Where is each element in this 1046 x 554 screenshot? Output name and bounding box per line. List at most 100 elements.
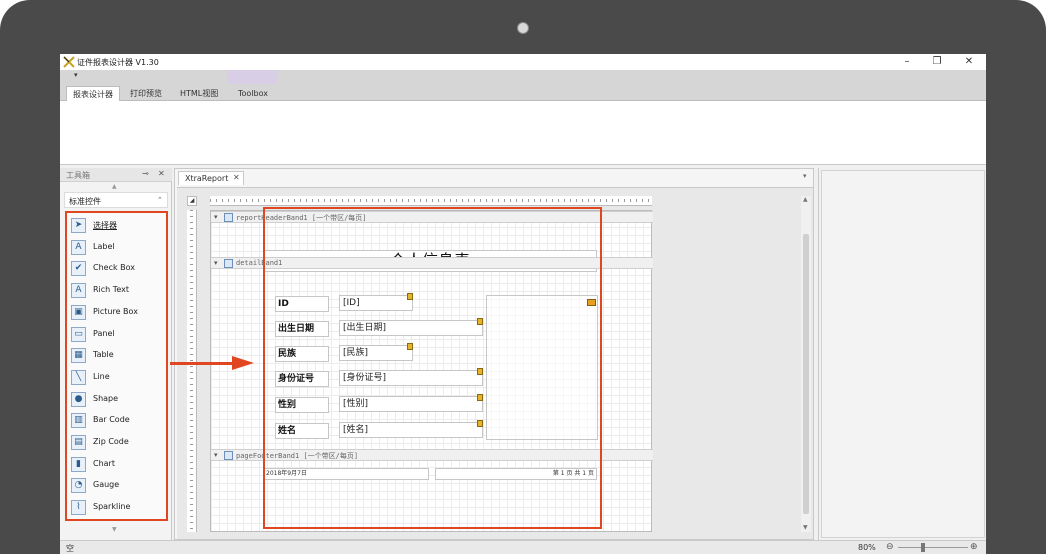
annotation-arrow-shaft bbox=[170, 362, 236, 365]
tab-toolbox[interactable]: Toolbox bbox=[232, 86, 274, 101]
toolbox-item-label: Table bbox=[93, 350, 114, 360]
toolbox-item-list: ➤ 选择器 A Label ✔ Check Box A Rich Text ▣ Picture B… bbox=[65, 211, 168, 521]
toolbox-item-chart[interactable]: ▮ Chart bbox=[67, 454, 166, 475]
close-button[interactable]: ✕ bbox=[958, 55, 980, 69]
qat-dropdown-icon[interactable]: ▾ bbox=[74, 71, 78, 79]
toolbox-item-picture-box[interactable]: ▣ Picture Box bbox=[67, 302, 166, 323]
toolbox-header: 工具箱 ⊸ ✕ bbox=[60, 168, 172, 182]
document-menu-icon[interactable]: ▾ bbox=[803, 172, 807, 180]
collapse-arrow-icon[interactable]: ▾ bbox=[214, 451, 218, 459]
properties-panel-body bbox=[821, 170, 985, 538]
minimize-button[interactable]: – bbox=[896, 55, 918, 69]
toolbox-item-label: 选择器 bbox=[93, 221, 117, 230]
status-text: 空 bbox=[66, 544, 74, 553]
title-bar: 证件报表设计器 V1.30 – ❐ ✕ bbox=[60, 54, 986, 70]
toolbox-item-shape[interactable]: ● Shape bbox=[67, 389, 166, 410]
camera-icon bbox=[517, 22, 529, 34]
toolbox-item-line[interactable]: ╲ Line bbox=[67, 367, 166, 388]
gauge-icon: ◔ bbox=[71, 478, 86, 494]
toolbox-item-table[interactable]: ▦ Table bbox=[67, 345, 166, 366]
zoom-out-icon[interactable]: ⊖ bbox=[886, 542, 894, 552]
select-report-corner[interactable]: ◢ bbox=[187, 196, 197, 206]
toolbox-item-bar-code[interactable]: ▥ Bar Code bbox=[67, 410, 166, 431]
zip-code-icon: ▤ bbox=[71, 435, 86, 450]
document-area: XtraReport ✕ ▾ ◢ ▾ reportHeaderBand1 [一个… bbox=[174, 168, 814, 540]
toolbox-item-label: Label bbox=[93, 241, 115, 251]
annotation-highlight-box bbox=[263, 207, 602, 529]
collapse-arrow-icon[interactable]: ▾ bbox=[214, 259, 218, 267]
toolbox-item-label: Picture Box bbox=[93, 306, 138, 316]
tab-print-preview[interactable]: 打印预览 bbox=[124, 86, 168, 101]
toolbox-item-check-box[interactable]: ✔ Check Box bbox=[67, 258, 166, 279]
horizontal-ruler bbox=[210, 196, 652, 206]
toolbox-item-label: Gauge bbox=[93, 480, 120, 490]
app-window: 证件报表设计器 V1.30 – ❐ ✕ ▾ 报表设计器 打印预览 HTML视图 … bbox=[60, 54, 986, 554]
status-bar: 空 80% ⊖ ⊕ bbox=[60, 540, 986, 554]
properties-panel bbox=[818, 168, 986, 540]
ribbon-body bbox=[60, 101, 986, 165]
tab-report-designer[interactable]: 报表设计器 bbox=[66, 86, 120, 101]
toolbox-item-label: Line bbox=[93, 371, 110, 381]
tab-html-view[interactable]: HTML视图 bbox=[174, 86, 224, 101]
app-logo-icon bbox=[63, 56, 75, 68]
toolbox-group-label: 标准控件 bbox=[69, 197, 101, 206]
scrollbar-thumb[interactable] bbox=[803, 234, 809, 514]
toolbox-item-rich-text[interactable]: A Rich Text bbox=[67, 280, 166, 301]
toolbox-item-label: Chart bbox=[93, 458, 115, 468]
toolbox-item-label: Bar Code bbox=[93, 415, 130, 425]
restore-button[interactable]: ❐ bbox=[926, 55, 948, 69]
toolbox-scroll-up-icon[interactable]: ▲ bbox=[112, 183, 117, 190]
rich-text-icon: A bbox=[71, 283, 86, 299]
quick-access-toolbar: ▾ bbox=[60, 70, 986, 84]
annotation-arrow-head bbox=[232, 356, 254, 370]
zoom-in-icon[interactable]: ⊕ bbox=[970, 542, 978, 552]
document-tab-close-icon[interactable]: ✕ bbox=[233, 173, 240, 182]
zoom-slider-track[interactable] bbox=[898, 547, 968, 548]
document-tab[interactable]: XtraReport ✕ bbox=[178, 171, 244, 185]
toolbox-item-gauge[interactable]: ◔ Gauge bbox=[67, 475, 166, 496]
table-icon: ▦ bbox=[71, 348, 86, 364]
scroll-down-icon[interactable]: ▼ bbox=[803, 524, 808, 531]
toolbox-item-label: Check Box bbox=[93, 263, 136, 273]
band-icon bbox=[224, 213, 233, 222]
pin-icon[interactable]: ⊸ bbox=[142, 169, 149, 178]
toolbox-item-label: Zip Code bbox=[93, 437, 129, 446]
toolbox-item-label: Shape bbox=[93, 393, 119, 403]
ribbon-tab-strip: 报表设计器 打印预览 HTML视图 Toolbox bbox=[60, 84, 986, 101]
window-title: 证件报表设计器 V1.30 bbox=[77, 58, 159, 67]
toolbox-item-label[interactable]: A Label bbox=[67, 237, 166, 258]
shape-icon: ● bbox=[71, 391, 86, 407]
toolbox-scroll-down-icon[interactable]: ▼ bbox=[112, 526, 117, 533]
bar-code-icon: ▥ bbox=[71, 413, 86, 429]
band-icon bbox=[224, 451, 233, 460]
toolbox-item-选择器[interactable]: ➤ 选择器 bbox=[67, 215, 166, 236]
vertical-ruler bbox=[187, 210, 197, 532]
label-icon: A bbox=[71, 239, 86, 255]
scroll-up-icon[interactable]: ▲ bbox=[803, 196, 808, 203]
pointer-icon: ➤ bbox=[71, 218, 86, 233]
design-surface: ◢ ▾ reportHeaderBand1 [一个带区/每页] 个人信息表 ▾ … bbox=[177, 187, 813, 539]
chart-icon: ▮ bbox=[71, 456, 86, 472]
check-box-icon: ✔ bbox=[71, 261, 86, 277]
toolbox-close-icon[interactable]: ✕ bbox=[158, 169, 165, 178]
toolbox-title: 工具箱 bbox=[66, 171, 90, 180]
toolbox-group-header[interactable]: 标准控件 ⌃ bbox=[64, 192, 168, 208]
zoom-level-text: 80% bbox=[858, 543, 876, 552]
report-page: ▾ reportHeaderBand1 [一个带区/每页] 个人信息表 ▾ de… bbox=[210, 207, 653, 532]
toolbox-item-sparkline[interactable]: ⌇ Sparkline bbox=[67, 497, 166, 518]
toolbox-item-label: Sparkline bbox=[93, 502, 131, 512]
toolbox-item-label: Rich Text bbox=[93, 285, 129, 295]
zoom-slider-thumb[interactable] bbox=[920, 543, 925, 552]
vertical-scrollbar[interactable]: ▲ ▼ bbox=[801, 196, 811, 532]
picture-box-icon: ▣ bbox=[71, 304, 86, 320]
panel-icon: ▭ bbox=[71, 326, 86, 342]
band-icon bbox=[224, 259, 233, 268]
toolbox-item-panel[interactable]: ▭ Panel bbox=[67, 324, 166, 345]
collapse-arrow-icon[interactable]: ▾ bbox=[214, 213, 218, 221]
line-icon: ╲ bbox=[71, 369, 86, 385]
toolbox-item-label: Panel bbox=[93, 328, 115, 338]
sparkline-icon: ⌇ bbox=[71, 500, 86, 516]
document-tab-label: XtraReport bbox=[185, 174, 229, 183]
chevron-up-icon: ⌃ bbox=[157, 196, 163, 204]
toolbox-item-zip-code[interactable]: ▤ Zip Code bbox=[67, 432, 166, 453]
